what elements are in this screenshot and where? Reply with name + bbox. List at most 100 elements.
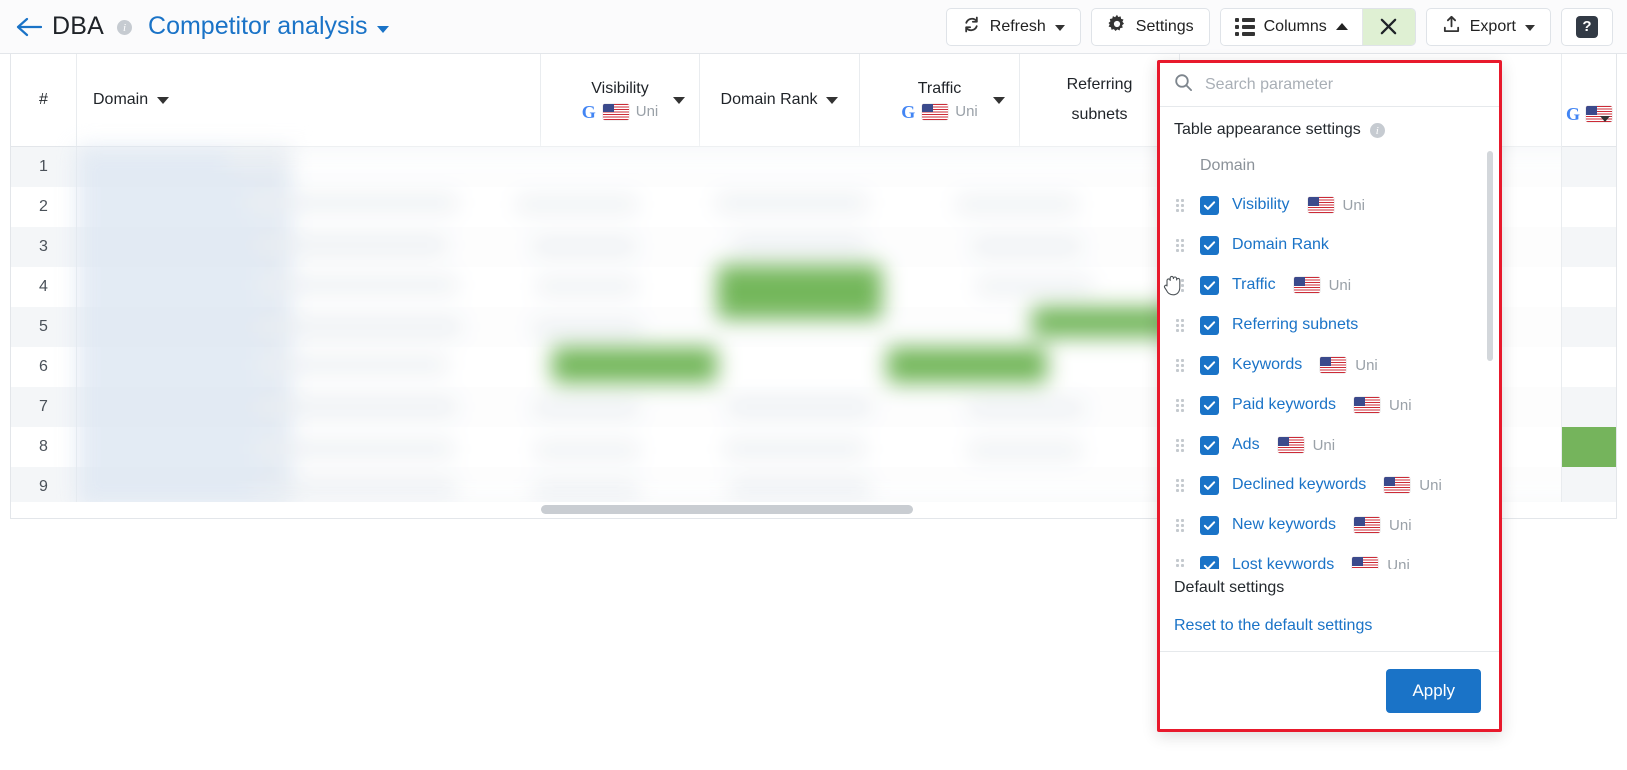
chevron-down-icon (376, 25, 389, 33)
column-options-list[interactable]: Domain Visibility Uni Domain Rank Traffic Un… (1160, 149, 1499, 569)
column-option-row[interactable]: Lost keywords Uni (1160, 545, 1499, 569)
info-icon[interactable]: i (117, 20, 133, 35)
panel-footer: Default settings Reset to the default se… (1160, 569, 1499, 729)
group-label-domain: Domain (1200, 157, 1256, 174)
column-option-label[interactable]: Keywords (1232, 356, 1302, 374)
column-option-region: Uni (1320, 357, 1378, 374)
drag-handle-icon[interactable] (1172, 237, 1188, 253)
domain-header-label: Domain (93, 91, 149, 108)
search-input[interactable] (1203, 74, 1485, 95)
columns-label: Columns (1263, 17, 1327, 35)
help-button[interactable]: ? (1561, 7, 1613, 46)
column-option-row[interactable]: New keywords Uni (1160, 505, 1499, 545)
checkbox-paid-keywords[interactable] (1200, 395, 1219, 415)
column-option-region: Uni (1307, 196, 1366, 214)
export-button[interactable]: Export (1425, 7, 1551, 46)
column-option-row[interactable]: Declined keywords Uni (1160, 465, 1499, 505)
column-option-region: Uni (1277, 436, 1336, 454)
drag-handle-icon[interactable] (1172, 437, 1188, 453)
drag-handle-icon[interactable] (1172, 197, 1188, 213)
chevron-down-icon (1525, 24, 1535, 31)
column-option-row[interactable]: Traffic Uni (1160, 265, 1499, 305)
search-parameter-field[interactable] (1160, 63, 1499, 107)
region-label: Uni (1312, 436, 1336, 454)
column-option-region: Uni (1293, 277, 1351, 294)
checkbox-new-keywords[interactable] (1200, 515, 1219, 535)
column-option-region: Uni (1352, 557, 1410, 569)
region-label: Uni (1342, 196, 1366, 214)
chevron-down-icon[interactable] (1600, 116, 1610, 122)
column-option-label[interactable]: Referring subnets (1232, 316, 1358, 334)
drag-handle-icon[interactable] (1172, 357, 1188, 373)
row-index: 7 (11, 387, 77, 427)
column-header-visibility[interactable]: Visibility G Uni (541, 54, 700, 146)
column-header-referring-subnets[interactable]: Referring subnets (1020, 54, 1180, 146)
horizontal-scrollbar-thumb[interactable] (541, 505, 913, 514)
apply-button[interactable]: Apply (1386, 668, 1481, 713)
drag-handle-icon[interactable] (1172, 317, 1188, 333)
rightmost-cell (1562, 267, 1616, 307)
visibility-region-label: Uni (635, 103, 659, 120)
drag-handle-icon[interactable] (1172, 477, 1188, 493)
column-option-label[interactable]: Paid keywords (1232, 396, 1336, 414)
column-option-label[interactable]: Lost keywords (1232, 556, 1334, 569)
back-arrow-icon[interactable] (14, 12, 44, 42)
drag-handle-icon[interactable] (1172, 397, 1188, 413)
rightmost-column: G (1561, 54, 1616, 507)
chevron-down-icon (1054, 24, 1065, 31)
column-option-label[interactable]: Domain Rank (1232, 236, 1329, 254)
column-option-row[interactable]: Visibility Uni (1160, 185, 1499, 225)
column-option-label[interactable]: Ads (1232, 436, 1260, 454)
column-header-index: # (11, 54, 77, 146)
drag-handle-icon[interactable] (1172, 517, 1188, 533)
close-columns-panel-button[interactable] (1362, 8, 1415, 45)
chevron-down-icon[interactable] (993, 97, 1005, 104)
panel-vertical-scrollbar[interactable] (1487, 151, 1493, 361)
checkbox-ads[interactable] (1200, 435, 1219, 455)
info-icon[interactable]: i (1369, 123, 1385, 138)
column-option-row[interactable]: Ads Uni (1160, 425, 1499, 465)
chevron-down-icon (157, 96, 170, 104)
column-option-row[interactable]: Paid keywords Uni (1160, 385, 1499, 425)
drag-handle-icon[interactable] (1172, 277, 1188, 293)
reset-to-default-settings-link[interactable]: Reset to the default settings (1160, 597, 1372, 651)
column-option-label[interactable]: Declined keywords (1232, 476, 1366, 494)
rightmost-column-header[interactable]: G (1562, 54, 1616, 147)
report-title-dropdown[interactable]: Competitor analysis (148, 12, 389, 41)
panel-apply-bar: Apply (1160, 651, 1499, 729)
checkbox-declined-keywords[interactable] (1200, 475, 1219, 495)
checkbox-domain-rank[interactable] (1200, 235, 1219, 255)
column-option-label[interactable]: New keywords (1232, 516, 1336, 534)
row-index: 6 (11, 347, 77, 387)
checkbox-referring-subnets[interactable] (1200, 315, 1219, 335)
column-header-domain[interactable]: Domain (77, 54, 541, 146)
column-header-domain-rank[interactable]: Domain Rank (700, 54, 860, 146)
column-option-row[interactable]: Keywords Uni (1160, 345, 1499, 385)
column-option-label[interactable]: Traffic (1232, 276, 1276, 294)
columns-button[interactable]: Columns (1220, 8, 1363, 45)
settings-button[interactable]: Settings (1090, 7, 1210, 46)
us-flag-icon (922, 103, 949, 120)
app-name: DBA (52, 12, 105, 40)
rightmost-cell (1562, 147, 1616, 187)
checkbox-traffic[interactable] (1200, 275, 1219, 295)
chevron-down-icon[interactable] (673, 97, 685, 104)
column-option-row[interactable]: Domain Rank (1160, 225, 1499, 265)
region-label: Uni (1419, 476, 1442, 494)
rightmost-cell (1562, 307, 1616, 347)
rightmost-cell (1562, 187, 1616, 227)
column-option-label[interactable]: Visibility (1232, 196, 1290, 214)
checkbox-keywords[interactable] (1200, 355, 1219, 375)
top-bar: DBA i Competitor analysis Refresh Settin… (0, 0, 1627, 54)
region-label: Uni (1389, 396, 1412, 414)
checkbox-lost-keywords[interactable] (1200, 555, 1219, 569)
column-header-traffic[interactable]: Traffic G Uni (860, 54, 1020, 146)
drag-handle-icon[interactable] (1172, 557, 1188, 569)
visibility-header-label: Visibility (591, 79, 649, 97)
refresh-button[interactable]: Refresh (945, 7, 1081, 46)
checkbox-visibility[interactable] (1200, 195, 1219, 215)
rightmost-cell-highlighted (1562, 427, 1616, 467)
rightmost-cell (1562, 347, 1616, 387)
us-flag-icon (1277, 437, 1304, 453)
column-option-row[interactable]: Referring subnets (1160, 305, 1499, 345)
